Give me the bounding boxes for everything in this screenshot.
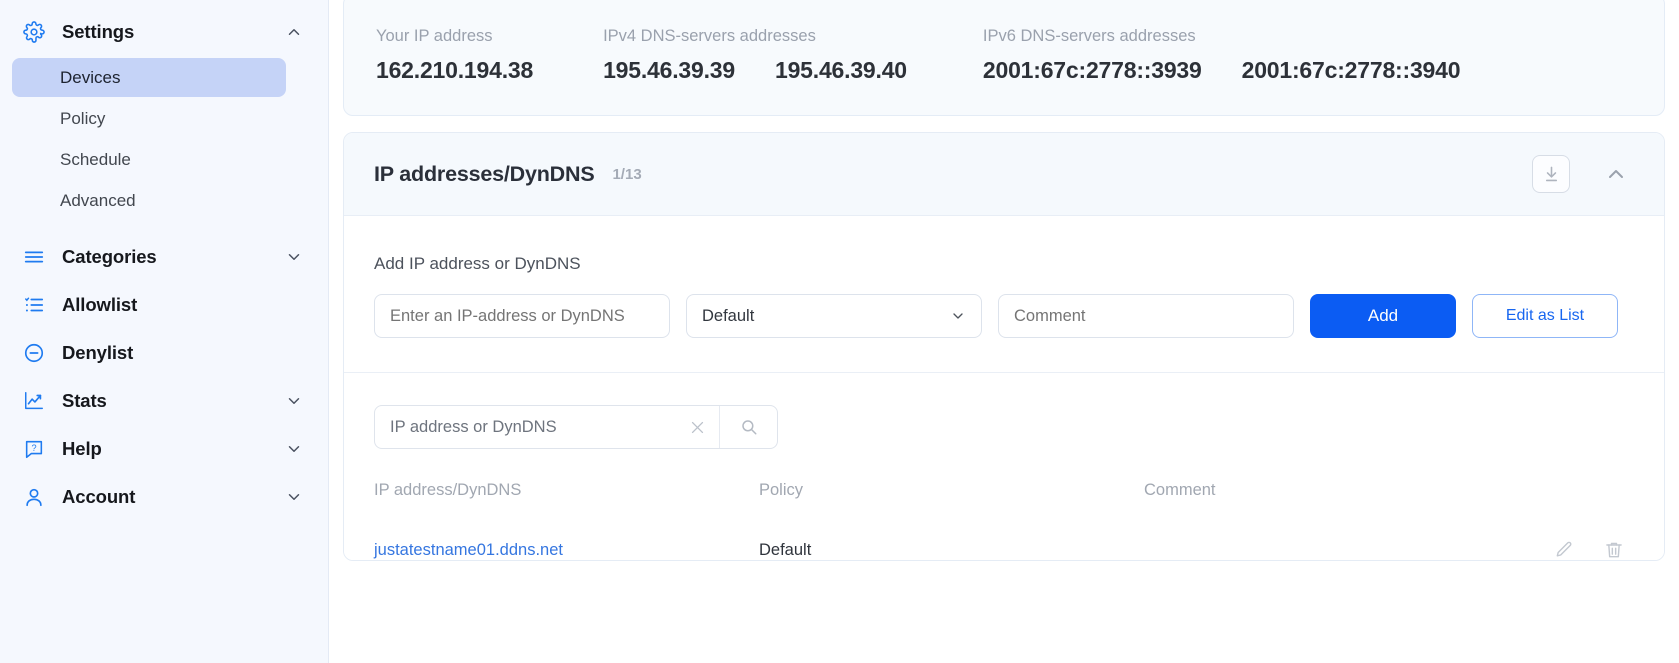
collapse-panel-chevron-up-icon[interactable]	[1596, 154, 1636, 194]
add-form-row: Default Add Edit as List	[374, 294, 1634, 372]
ip-link[interactable]: justatestname01.ddns.net	[374, 541, 563, 559]
ip-dyndns-panel: IP addresses/DynDNS 1/13 Add IP address …	[343, 132, 1665, 561]
sidebar-item-label: Allowlist	[62, 294, 138, 315]
edit-as-list-button[interactable]: Edit as List	[1472, 294, 1618, 338]
sidebar-item-policy[interactable]: Policy	[12, 99, 286, 138]
cell-actions	[1514, 524, 1634, 560]
chevron-down-icon[interactable]	[284, 247, 304, 267]
menu-lines-icon	[22, 245, 46, 269]
panel-count-badge: 1/13	[612, 165, 642, 183]
cell-comment	[1144, 524, 1514, 560]
sidebar-item-denylist[interactable]: Denylist	[0, 329, 328, 377]
column-header-actions	[1514, 481, 1634, 524]
table-head: IP address/DynDNS Policy Comment	[374, 481, 1634, 524]
sidebar-group-label: Stats	[62, 390, 107, 411]
ip-summary-card: Your IP address 162.210.194.38 IPv4 DNS-…	[343, 0, 1665, 116]
sidebar-group-label: Help	[62, 438, 102, 459]
user-icon	[22, 485, 46, 509]
sidebar-item-label: Advanced	[60, 190, 136, 210]
app-root: Settings Devices Policy Schedule Advance…	[0, 0, 1679, 663]
policy-select-value: Default	[702, 306, 755, 325]
search-bar: IP address or DynDNS	[374, 405, 778, 449]
search-input[interactable]: IP address or DynDNS	[375, 406, 719, 448]
sidebar-group-categories[interactable]: Categories	[0, 233, 328, 281]
help-chat-icon: ?	[22, 437, 46, 461]
page-title: IP addresses/DynDNS	[374, 161, 595, 186]
comment-input[interactable]	[998, 294, 1294, 338]
your-ip-value: 162.210.194.38	[376, 56, 534, 83]
chevron-down-icon[interactable]	[284, 487, 304, 507]
sidebar-item-label: Schedule	[60, 149, 131, 169]
table-header-row: IP address/DynDNS Policy Comment	[374, 481, 1634, 524]
ipv6-dns-value-2: 2001:67c:2778::3940	[1241, 56, 1461, 83]
add-button[interactable]: Add	[1310, 294, 1456, 338]
sidebar-group-help[interactable]: ? Help	[0, 425, 328, 473]
sidebar-group-account[interactable]: Account	[0, 473, 328, 521]
ipv6-dns-caption: IPv6 DNS-servers addresses	[982, 26, 1196, 45]
chevron-down-icon[interactable]	[284, 391, 304, 411]
list-check-icon	[22, 293, 46, 317]
svg-text:?: ?	[31, 443, 36, 453]
ipv4-dns-value-1: 195.46.39.39	[603, 56, 735, 83]
sidebar-item-label: Policy	[60, 108, 106, 128]
ipv6-dns-block: IPv6 DNS-servers addresses 2001:67c:2778…	[982, 26, 1461, 84]
sidebar-item-label: Denylist	[62, 342, 134, 363]
sidebar-group-settings[interactable]: Settings	[0, 8, 328, 56]
sidebar-item-devices[interactable]: Devices	[12, 58, 286, 97]
search-input-placeholder: IP address or DynDNS	[390, 417, 557, 436]
table-row: justatestname01.ddns.net Default	[374, 524, 1634, 560]
your-ip-block: Your IP address 162.210.194.38	[376, 27, 533, 84]
cell-ip: justatestname01.ddns.net	[374, 524, 759, 560]
close-x-icon[interactable]	[689, 419, 706, 436]
gear-icon	[22, 20, 46, 44]
sidebar-group-label: Account	[62, 486, 136, 507]
ipv4-dns-value-2: 195.46.39.40	[774, 56, 907, 83]
sidebar-item-allowlist[interactable]: Allowlist	[0, 281, 328, 329]
cell-policy: Default	[759, 540, 812, 559]
main-content: Your IP address 162.210.194.38 IPv4 DNS-…	[329, 0, 1679, 663]
sidebar-group-stats[interactable]: Stats	[0, 377, 328, 425]
trash-icon[interactable]	[1604, 540, 1624, 560]
add-section-label: Add IP address or DynDNS	[374, 254, 581, 273]
table-body: justatestname01.ddns.net Default	[374, 524, 1634, 560]
pencil-icon[interactable]	[1554, 540, 1574, 560]
search-icon[interactable]	[719, 406, 777, 448]
sidebar-item-advanced[interactable]: Advanced	[12, 181, 286, 220]
chevron-up-icon[interactable]	[284, 22, 304, 42]
chart-line-icon	[22, 389, 46, 413]
sidebar: Settings Devices Policy Schedule Advance…	[0, 0, 329, 663]
ipv6-dns-value-1: 2001:67c:2778::3939	[982, 56, 1202, 83]
sidebar-item-label: Devices	[60, 67, 121, 87]
search-row: IP address or DynDNS	[374, 373, 1634, 449]
ip-table: IP address/DynDNS Policy Comment justate…	[374, 481, 1634, 560]
chevron-down-icon	[950, 308, 966, 324]
chevron-down-icon[interactable]	[284, 439, 304, 459]
ip-or-dyndns-input[interactable]	[374, 294, 670, 338]
your-ip-caption: Your IP address	[376, 26, 493, 45]
download-icon[interactable]	[1532, 155, 1570, 193]
policy-select[interactable]: Default	[686, 294, 982, 338]
panel-header: IP addresses/DynDNS 1/13	[344, 133, 1664, 216]
column-header-policy: Policy	[759, 481, 804, 499]
ipv4-dns-caption: IPv4 DNS-servers addresses	[603, 26, 816, 45]
sidebar-item-schedule[interactable]: Schedule	[12, 140, 286, 179]
column-header-ip: IP address/DynDNS	[374, 481, 522, 499]
panel-body: Add IP address or DynDNS Default Add Edi…	[344, 216, 1664, 560]
sidebar-group-label: Categories	[62, 246, 157, 267]
row-action-buttons	[1514, 540, 1634, 560]
sidebar-group-label: Settings	[62, 21, 135, 42]
column-header-comment: Comment	[1144, 481, 1216, 499]
ipv4-dns-block: IPv4 DNS-servers addresses 195.46.39.39 …	[603, 27, 907, 84]
minus-circle-icon	[22, 341, 46, 365]
